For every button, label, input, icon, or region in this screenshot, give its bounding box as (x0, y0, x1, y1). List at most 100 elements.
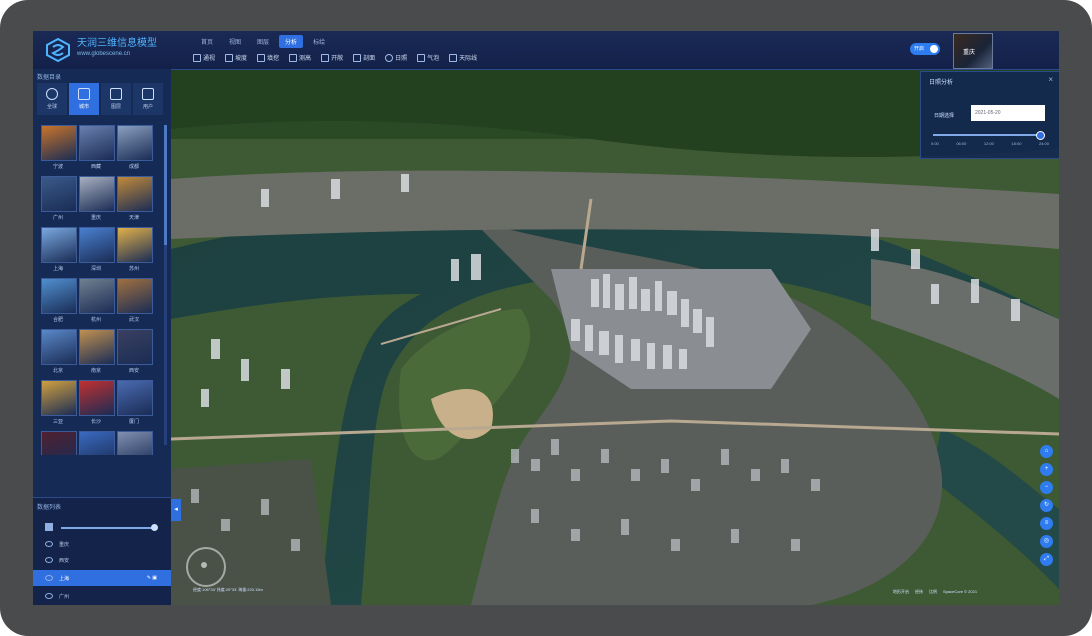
tab-user[interactable]: 用户 (133, 83, 163, 115)
city-thumbnail[interactable]: 上海 (41, 227, 77, 275)
analysis-toolbar: 通视 坡度 填挖 测高 开敞 剖面 日照 气泡 天际线 (193, 53, 477, 62)
tool-skyline[interactable]: 天际线 (449, 53, 477, 62)
openness-icon (321, 53, 330, 62)
city-thumbnail[interactable]: 南京 (79, 329, 115, 377)
city-thumbnail[interactable]: 大连 (41, 431, 77, 455)
eye-icon[interactable] (45, 557, 53, 563)
close-icon[interactable]: × (1048, 75, 1053, 84)
city-icon (78, 88, 90, 100)
city-label: 武汉 (128, 317, 139, 323)
toggle-switch[interactable]: 开启 (910, 43, 940, 55)
compass-icon[interactable] (186, 547, 226, 587)
height-icon (289, 53, 298, 62)
city-thumbnail[interactable]: 成都 (117, 125, 153, 173)
tool-label: 测高 (299, 56, 312, 62)
app-logo-icon (46, 37, 70, 63)
layer-label: 西安 (59, 557, 70, 564)
tool-visibility[interactable]: 通视 (193, 53, 215, 62)
city-image (41, 227, 77, 263)
toggle-knob (930, 45, 938, 53)
city-thumbnail[interactable]: 北京 (41, 329, 77, 377)
city-image (79, 278, 115, 314)
scene-thumbnail[interactable]: 重庆 (953, 33, 993, 69)
user-icon (142, 88, 154, 100)
nav-home[interactable]: 首页 (195, 35, 219, 48)
tool-sun[interactable]: 日照 (385, 53, 407, 62)
scene-thumbnail-label: 重庆 (963, 50, 976, 56)
tab-label: 用户 (142, 104, 153, 110)
date-input[interactable]: 2021-05-20 (971, 105, 1045, 121)
status-item[interactable]: 比例 (929, 589, 937, 595)
layer-item-selected[interactable]: 上海 ✎ ▣ (33, 570, 171, 586)
tick-label: 0:00 (931, 141, 939, 146)
city-thumbnail[interactable]: 天津 (117, 176, 153, 224)
zoom-in-icon[interactable]: + (1040, 463, 1053, 476)
eye-icon[interactable] (45, 593, 53, 599)
city-thumbnail[interactable]: 武汉 (117, 278, 153, 326)
slider-knob[interactable] (151, 524, 158, 531)
tool-height[interactable]: 测高 (289, 53, 311, 62)
scrollbar-thumb[interactable] (164, 125, 167, 245)
layer-item[interactable]: 西安 (33, 552, 171, 568)
status-item[interactable]: 地形开启 (893, 589, 909, 595)
eye-icon[interactable] (45, 541, 53, 547)
nav-plotting[interactable]: 标绘 (307, 35, 331, 48)
status-item[interactable]: 经纬 (915, 589, 923, 595)
tool-profile[interactable]: 剖面 (353, 53, 375, 62)
city-thumbnail[interactable]: 厦门 (117, 380, 153, 428)
opacity-slider[interactable] (61, 524, 158, 531)
app-screen: 天润三维信息模型 www.globescene.cn 首页 视图 图层 分析 标… (33, 31, 1059, 605)
tab-city[interactable]: 城市 (69, 83, 99, 115)
sunlight-analysis-panel: 日照分析 × 日期选择 2021-05-20 0:00 06:00 12:00 … (920, 71, 1059, 159)
left-panel: 数据目录 全球 城市 图层 用户 宁波 西藏 成都 广州 重庆 天津 上海 深圳 苏州 合肥 杭州武… (33, 69, 171, 605)
tool-bubble[interactable]: 气泡 (417, 53, 439, 62)
city-thumbnail[interactable]: 三亚 (41, 380, 77, 428)
city-thumbnail[interactable]: 宁波 (41, 125, 77, 173)
time-slider[interactable] (933, 131, 1045, 140)
time-slider-knob[interactable] (1036, 131, 1045, 140)
layers-icon[interactable]: ≡ (1040, 517, 1053, 530)
city-thumbnail[interactable]: 合肥 (41, 278, 77, 326)
city-label: 长沙 (90, 419, 101, 425)
zoom-out-icon[interactable]: − (1040, 481, 1053, 494)
tool-cut-fill[interactable]: 填挖 (257, 53, 279, 62)
city-image (41, 125, 77, 161)
eye-icon[interactable] (45, 575, 53, 581)
home-icon[interactable]: ⌂ (1040, 445, 1053, 458)
city-thumbnail[interactable]: 重庆 (79, 176, 115, 224)
map-controls: ⌂ + − ↻ ≡ ◎ ⤢ (1040, 445, 1053, 566)
fullscreen-icon[interactable]: ⤢ (1040, 553, 1053, 566)
layers-icon (110, 88, 122, 100)
city-thumbnail[interactable]: 长沙 (79, 380, 115, 428)
city-thumbnail[interactable]: 杭州 (79, 278, 115, 326)
city-thumbnail[interactable]: 苏州 (117, 227, 153, 275)
city-thumbnail[interactable]: 西安 (117, 329, 153, 377)
tool-label: 天际线 (459, 56, 478, 62)
tool-openness[interactable]: 开敞 (321, 53, 343, 62)
city-grid-scrollbar[interactable] (164, 125, 167, 445)
toggle-label: 开启 (914, 46, 925, 52)
collapse-panel-button[interactable]: ◂ (171, 499, 181, 521)
tab-layers[interactable]: 图层 (101, 83, 131, 115)
city-thumbnail[interactable]: 深圳 (79, 227, 115, 275)
nav-view[interactable]: 视图 (223, 35, 247, 48)
city-image (79, 125, 115, 161)
city-label: 西安 (128, 368, 139, 374)
city-thumbnail[interactable]: 西藏 (79, 125, 115, 173)
nav-analysis[interactable]: 分析 (279, 35, 304, 48)
nav-layers[interactable]: 图层 (251, 35, 275, 48)
layer-item[interactable]: 广州 (33, 588, 171, 604)
tab-global[interactable]: 全球 (37, 83, 67, 115)
edit-delete-icons[interactable]: ✎ ▣ (147, 575, 157, 581)
data-list-panel: 数据列表 重庆 西安 上海 ✎ ▣ 广州 (33, 497, 171, 605)
city-thumbnail[interactable]: 广州 (41, 176, 77, 224)
city-thumbnail[interactable]: 青岛 (79, 431, 115, 455)
tool-slope[interactable]: 坡度 (225, 53, 247, 62)
layer-item[interactable]: 重庆 (33, 536, 171, 552)
tab-label: 全球 (46, 104, 57, 110)
locate-icon[interactable]: ◎ (1040, 535, 1053, 548)
tick-label: 18:00 (1011, 141, 1022, 146)
panel-title: 日照分析 (929, 80, 954, 86)
city-thumbnail[interactable]: 昆明 (117, 431, 153, 455)
rotate-icon[interactable]: ↻ (1040, 499, 1053, 512)
